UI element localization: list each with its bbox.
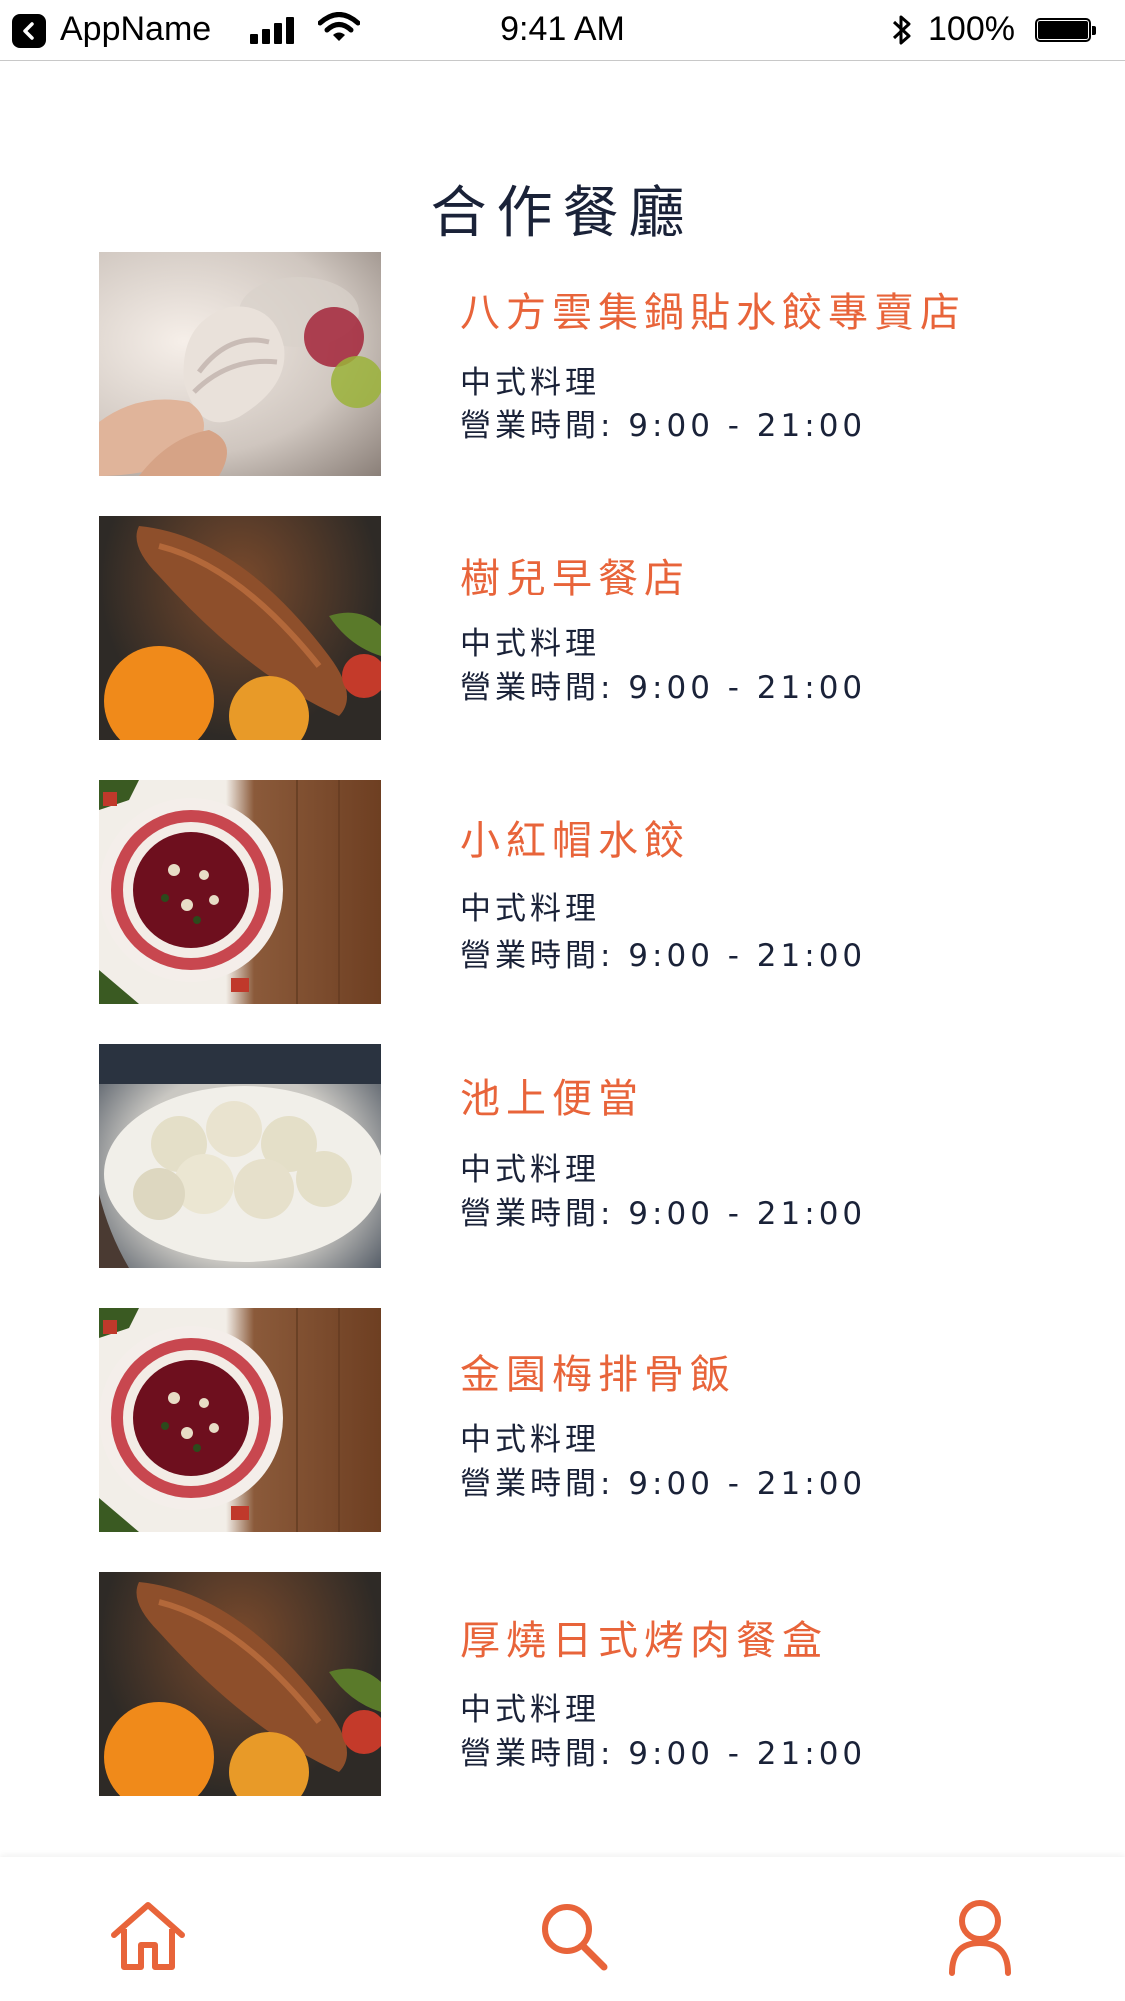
restaurant-name: 池上便當 [460, 1076, 644, 1122]
restaurant-item[interactable]: 小紅帽水餃 中式料理 營業時間: 9:00 - 21:00 [0, 780, 1125, 1004]
restaurant-name: 樹兒早餐店 [460, 556, 690, 602]
bottom-tab-bar [0, 1857, 1125, 2001]
restaurant-item[interactable]: 樹兒早餐店 中式料理 營業時間: 9:00 - 21:00 [0, 516, 1125, 740]
restaurant-photo [99, 1572, 381, 1796]
restaurant-photo [99, 516, 381, 740]
restaurant-cuisine: 中式料理 [460, 1692, 600, 1728]
restaurant-cuisine: 中式料理 [460, 1422, 600, 1458]
restaurant-hours: 營業時間: 9:00 - 21:00 [460, 1196, 867, 1232]
restaurant-cuisine: 中式料理 [460, 891, 600, 927]
restaurant-item[interactable]: 池上便當 中式料理 營業時間: 9:00 - 21:00 [0, 1044, 1125, 1268]
restaurant-hours: 營業時間: 9:00 - 21:00 [460, 1736, 867, 1772]
battery-icon [1035, 18, 1097, 44]
restaurant-item[interactable]: 金園梅排骨飯 中式料理 營業時間: 9:00 - 21:00 [0, 1308, 1125, 1532]
restaurant-cuisine: 中式料理 [460, 626, 600, 662]
restaurant-item[interactable]: 厚燒日式烤肉餐盒 中式料理 營業時間: 9:00 - 21:00 [0, 1572, 1125, 1796]
restaurant-name: 厚燒日式烤肉餐盒 [460, 1618, 828, 1664]
user-icon[interactable] [940, 1897, 1020, 1977]
restaurant-name: 金園梅排骨飯 [460, 1352, 736, 1398]
restaurant-cuisine: 中式料理 [460, 365, 600, 401]
page-title: 合作餐廳 [430, 180, 695, 246]
restaurant-item[interactable]: 八方雲集鍋貼水餃專賣店 中式料理 營業時間: 9:00 - 21:00 [0, 252, 1125, 476]
restaurant-photo [99, 1308, 381, 1532]
restaurant-hours: 營業時間: 9:00 - 21:00 [460, 1466, 867, 1502]
restaurant-hours: 營業時間: 9:00 - 21:00 [460, 408, 867, 444]
search-icon[interactable] [534, 1897, 614, 1977]
battery-percent: 100% [928, 10, 1015, 48]
restaurant-name: 八方雲集鍋貼水餃專賣店 [460, 290, 966, 336]
bluetooth-icon [892, 15, 911, 45]
restaurant-photo [99, 780, 381, 1004]
restaurant-photo [99, 1044, 381, 1268]
status-bar: AppName 9:41 AM 100% [0, 0, 1125, 61]
restaurant-cuisine: 中式料理 [460, 1152, 600, 1188]
restaurant-photo [99, 252, 381, 476]
home-icon[interactable] [108, 1897, 188, 1977]
restaurant-name: 小紅帽水餃 [460, 818, 690, 864]
restaurant-hours: 營業時間: 9:00 - 21:00 [460, 938, 867, 974]
restaurant-hours: 營業時間: 9:00 - 21:00 [460, 670, 867, 706]
